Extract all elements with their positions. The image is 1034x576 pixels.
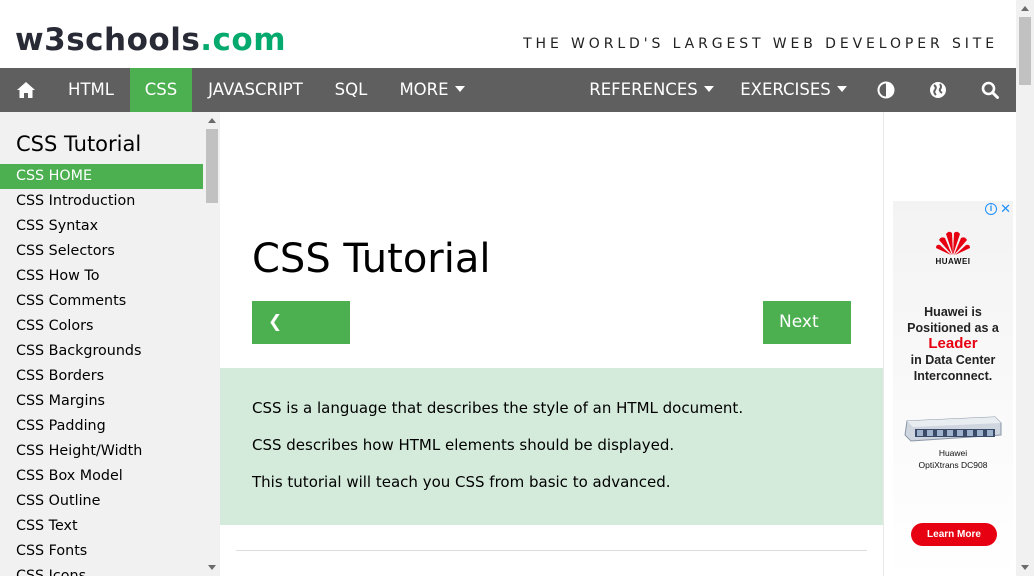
ad-product: Huawei OptiXtrans DC908 bbox=[893, 447, 1013, 471]
ad-brand: HUAWEI bbox=[935, 257, 971, 266]
caret-down-icon bbox=[703, 86, 714, 92]
caret-down-icon bbox=[836, 86, 847, 92]
sidebar-item-css-backgrounds[interactable]: CSS Backgrounds bbox=[0, 339, 203, 364]
theme-toggle-button[interactable] bbox=[860, 68, 912, 112]
page-scrollbar[interactable] bbox=[1016, 0, 1034, 576]
home-icon bbox=[17, 82, 35, 98]
sidebar-item-css-text[interactable]: CSS Text bbox=[0, 514, 203, 539]
ad-copy-line: in Data Center bbox=[910, 353, 996, 367]
nav-item-javascript[interactable]: JAVASCRIPT bbox=[192, 68, 319, 112]
nav-home-button[interactable] bbox=[0, 68, 52, 112]
page-scroll-thumb[interactable] bbox=[1019, 17, 1031, 85]
sidebar-item-css-fonts[interactable]: CSS Fonts bbox=[0, 539, 203, 564]
advertisement[interactable]: i ✕ HUAWEI Huawei is Positioned as a Lea… bbox=[893, 201, 1013, 576]
ad-close-icon[interactable]: ✕ bbox=[1000, 201, 1011, 217]
ad-copy-line: Interconnect. bbox=[913, 369, 993, 383]
prev-home-button[interactable]: ❮ Home bbox=[252, 301, 350, 375]
sidebar-item-css-height-width[interactable]: CSS Height/Width bbox=[0, 439, 203, 464]
search-icon bbox=[981, 81, 999, 99]
ad-info-icon[interactable]: i bbox=[985, 203, 997, 215]
globe-icon bbox=[930, 82, 946, 98]
sidebar-item-css-how-to[interactable]: CSS How To bbox=[0, 264, 203, 289]
logo-suffix: .com bbox=[200, 22, 287, 58]
translate-button[interactable] bbox=[912, 68, 964, 112]
ad-learn-more-button[interactable]: Learn More bbox=[911, 523, 997, 546]
sidebar-list: CSS HOME CSS Introduction CSS Syntax CSS… bbox=[0, 164, 203, 576]
nav-item-html[interactable]: HTML bbox=[52, 68, 130, 112]
site-logo[interactable]: w3schools.com bbox=[15, 18, 286, 62]
huawei-logo-icon bbox=[936, 231, 970, 255]
scroll-down-arrow-icon[interactable] bbox=[1021, 565, 1029, 570]
ad-product-line: OptiXtrans DC908 bbox=[918, 460, 988, 470]
sidebar-item-css-padding[interactable]: CSS Padding bbox=[0, 414, 203, 439]
sidebar-item-css-borders[interactable]: CSS Borders bbox=[0, 364, 203, 389]
intro-note: CSS is a language that describes the sty… bbox=[220, 368, 883, 525]
site-tagline: THE WORLD'S LARGEST WEB DEVELOPER SITE bbox=[523, 36, 998, 52]
search-button[interactable] bbox=[964, 68, 1016, 112]
sidebar-item-css-outline[interactable]: CSS Outline bbox=[0, 489, 203, 514]
sidebar-item-css-comments[interactable]: CSS Comments bbox=[0, 289, 203, 314]
nav-item-css[interactable]: CSS bbox=[130, 68, 192, 112]
sidebar-item-css-colors[interactable]: CSS Colors bbox=[0, 314, 203, 339]
scroll-up-arrow-icon[interactable] bbox=[1021, 6, 1029, 11]
nav-exercises[interactable]: EXERCISES bbox=[727, 68, 860, 112]
main-content: CSS Tutorial ❮ Home Next ❯ CSS is a lang… bbox=[220, 112, 883, 576]
intro-paragraph: This tutorial will teach you CSS from ba… bbox=[252, 473, 671, 491]
ad-copy: Huawei is Positioned as a Leader in Data… bbox=[893, 304, 1013, 384]
next-button[interactable]: Next ❯ bbox=[763, 301, 851, 375]
nav-references-label: REFERENCES bbox=[589, 80, 698, 99]
intro-paragraph: CSS describes how HTML elements should b… bbox=[252, 436, 675, 454]
sidebar-scroll-thumb[interactable] bbox=[206, 129, 218, 203]
ad-copy-line: Huawei is bbox=[924, 305, 982, 319]
scroll-up-arrow-icon[interactable] bbox=[208, 118, 216, 123]
intro-paragraph: CSS is a language that describes the sty… bbox=[252, 399, 744, 417]
sidebar: CSS Tutorial CSS HOME CSS Introduction C… bbox=[0, 112, 220, 576]
sidebar-item-css-home[interactable]: CSS HOME bbox=[0, 164, 203, 189]
sidebar-item-css-syntax[interactable]: CSS Syntax bbox=[0, 214, 203, 239]
sidebar-item-css-box-model[interactable]: CSS Box Model bbox=[0, 464, 203, 489]
sidebar-title: CSS Tutorial bbox=[16, 132, 142, 156]
nav-references[interactable]: REFERENCES bbox=[576, 68, 727, 112]
nav-more-label: MORE bbox=[399, 80, 449, 99]
caret-down-icon bbox=[454, 86, 465, 92]
sidebar-scrollbar[interactable] bbox=[203, 112, 220, 576]
nav-item-sql[interactable]: SQL bbox=[319, 68, 383, 112]
sidebar-item-css-margins[interactable]: CSS Margins bbox=[0, 389, 203, 414]
ad-copy-highlight: Leader bbox=[928, 335, 978, 352]
ad-product-line: Huawei bbox=[938, 448, 968, 458]
sidebar-item-css-introduction[interactable]: CSS Introduction bbox=[0, 189, 203, 214]
sidebar-item-css-selectors[interactable]: CSS Selectors bbox=[0, 239, 203, 264]
contrast-icon bbox=[877, 81, 895, 99]
nav-item-more[interactable]: MORE bbox=[383, 68, 481, 112]
network-device-image bbox=[904, 416, 1002, 442]
right-ad-column: i ✕ HUAWEI Huawei is Positioned as a Lea… bbox=[883, 112, 1016, 576]
ad-copy-line: Positioned as a bbox=[907, 321, 999, 335]
page-title: CSS Tutorial bbox=[252, 236, 491, 282]
scroll-down-arrow-icon[interactable] bbox=[208, 565, 216, 570]
divider bbox=[236, 550, 867, 551]
logo-main: w3schools bbox=[15, 22, 201, 58]
top-nav: HTML CSS JAVASCRIPT SQL MORE REFERENCES … bbox=[0, 68, 1016, 112]
sidebar-item-css-icons[interactable]: CSS Icons bbox=[0, 564, 203, 576]
nav-exercises-label: EXERCISES bbox=[740, 80, 831, 99]
site-header: w3schools.com THE WORLD'S LARGEST WEB DE… bbox=[0, 0, 1016, 68]
